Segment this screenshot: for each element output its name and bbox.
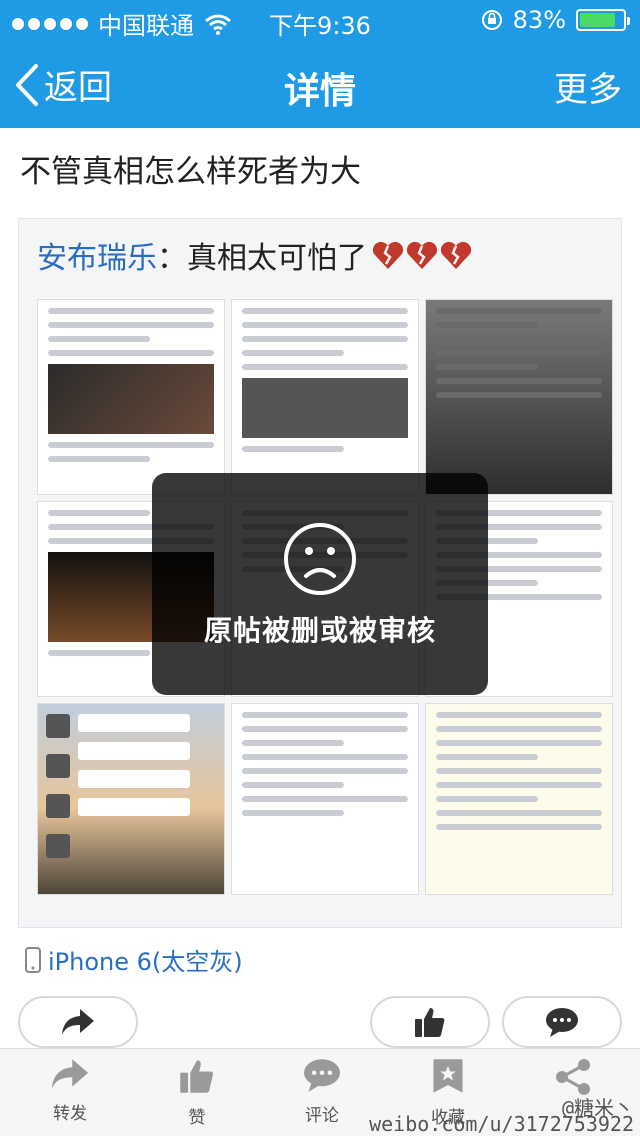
- weibo-watermark-url: weibo.com/u/3172753922: [369, 1112, 634, 1136]
- image-thumbnail[interactable]: [37, 299, 225, 495]
- device-label: iPhone 6(太空灰): [48, 948, 243, 976]
- battery-percent: 83%: [512, 6, 566, 34]
- repost-author-link[interactable]: 安布瑞乐: [37, 233, 157, 277]
- tab-comment-label: 评论: [305, 1106, 339, 1126]
- repost-line: 安布瑞乐 ： 真相太可怕了: [37, 233, 473, 277]
- share-arrow-icon: [62, 1009, 94, 1035]
- back-button[interactable]: 返回: [14, 60, 112, 109]
- broken-heart-icon: [406, 241, 438, 269]
- comment-bubble-icon: [304, 1059, 340, 1092]
- status-bar: 中国联通 下午9:36 83%: [0, 0, 640, 40]
- bookmark-star-icon: [433, 1059, 463, 1093]
- share-button[interactable]: [18, 996, 138, 1048]
- image-thumbnail[interactable]: [231, 299, 419, 495]
- broken-heart-icon: [440, 241, 472, 269]
- nav-bar: 返回 详情 更多: [0, 40, 640, 128]
- battery-fill: [580, 13, 615, 27]
- device-source-link[interactable]: iPhone 6(太空灰): [24, 942, 243, 977]
- tab-like[interactable]: 赞: [147, 1057, 247, 1128]
- image-thumbnail[interactable]: [231, 703, 419, 895]
- image-thumbnail[interactable]: [37, 703, 225, 895]
- chevron-left-icon: [16, 63, 38, 106]
- tab-comment[interactable]: 评论: [272, 1057, 372, 1126]
- repost-separator: ：: [157, 241, 187, 276]
- comment-bubble-icon: [546, 1008, 578, 1037]
- watermark-url: weibo.com/u/3172753922: [369, 1112, 634, 1136]
- tab-repost-label: 转发: [53, 1104, 87, 1124]
- sad-face-icon: [284, 523, 356, 595]
- deleted-message: 原帖被删或被审核: [203, 614, 436, 647]
- image-thumbnail[interactable]: [425, 703, 613, 895]
- rotation-lock-icon: [481, 10, 502, 30]
- share-arrow-icon: [51, 1059, 89, 1089]
- share-nodes-icon: [556, 1059, 590, 1095]
- image-thumbnail[interactable]: [425, 299, 613, 495]
- deleted-post-overlay: 原帖被删或被审核: [152, 473, 488, 695]
- repost-text: 真相太可怕了: [187, 241, 367, 276]
- broken-heart-icon: [372, 241, 404, 269]
- tab-repost[interactable]: 转发: [20, 1057, 120, 1124]
- broken-heart-icons: [371, 240, 473, 270]
- thumbs-up-icon: [415, 1008, 445, 1037]
- tab-like-label: 赞: [188, 1108, 206, 1128]
- more-button[interactable]: 更多: [554, 62, 622, 111]
- phone-icon: [25, 946, 41, 973]
- back-label: 返回: [44, 68, 112, 108]
- like-pill-button[interactable]: [370, 996, 490, 1048]
- comment-pill-button[interactable]: [502, 996, 622, 1048]
- thumbs-up-icon: [180, 1060, 214, 1093]
- post-text: 不管真相怎么样死者为大: [20, 154, 361, 190]
- battery-icon: [576, 9, 630, 31]
